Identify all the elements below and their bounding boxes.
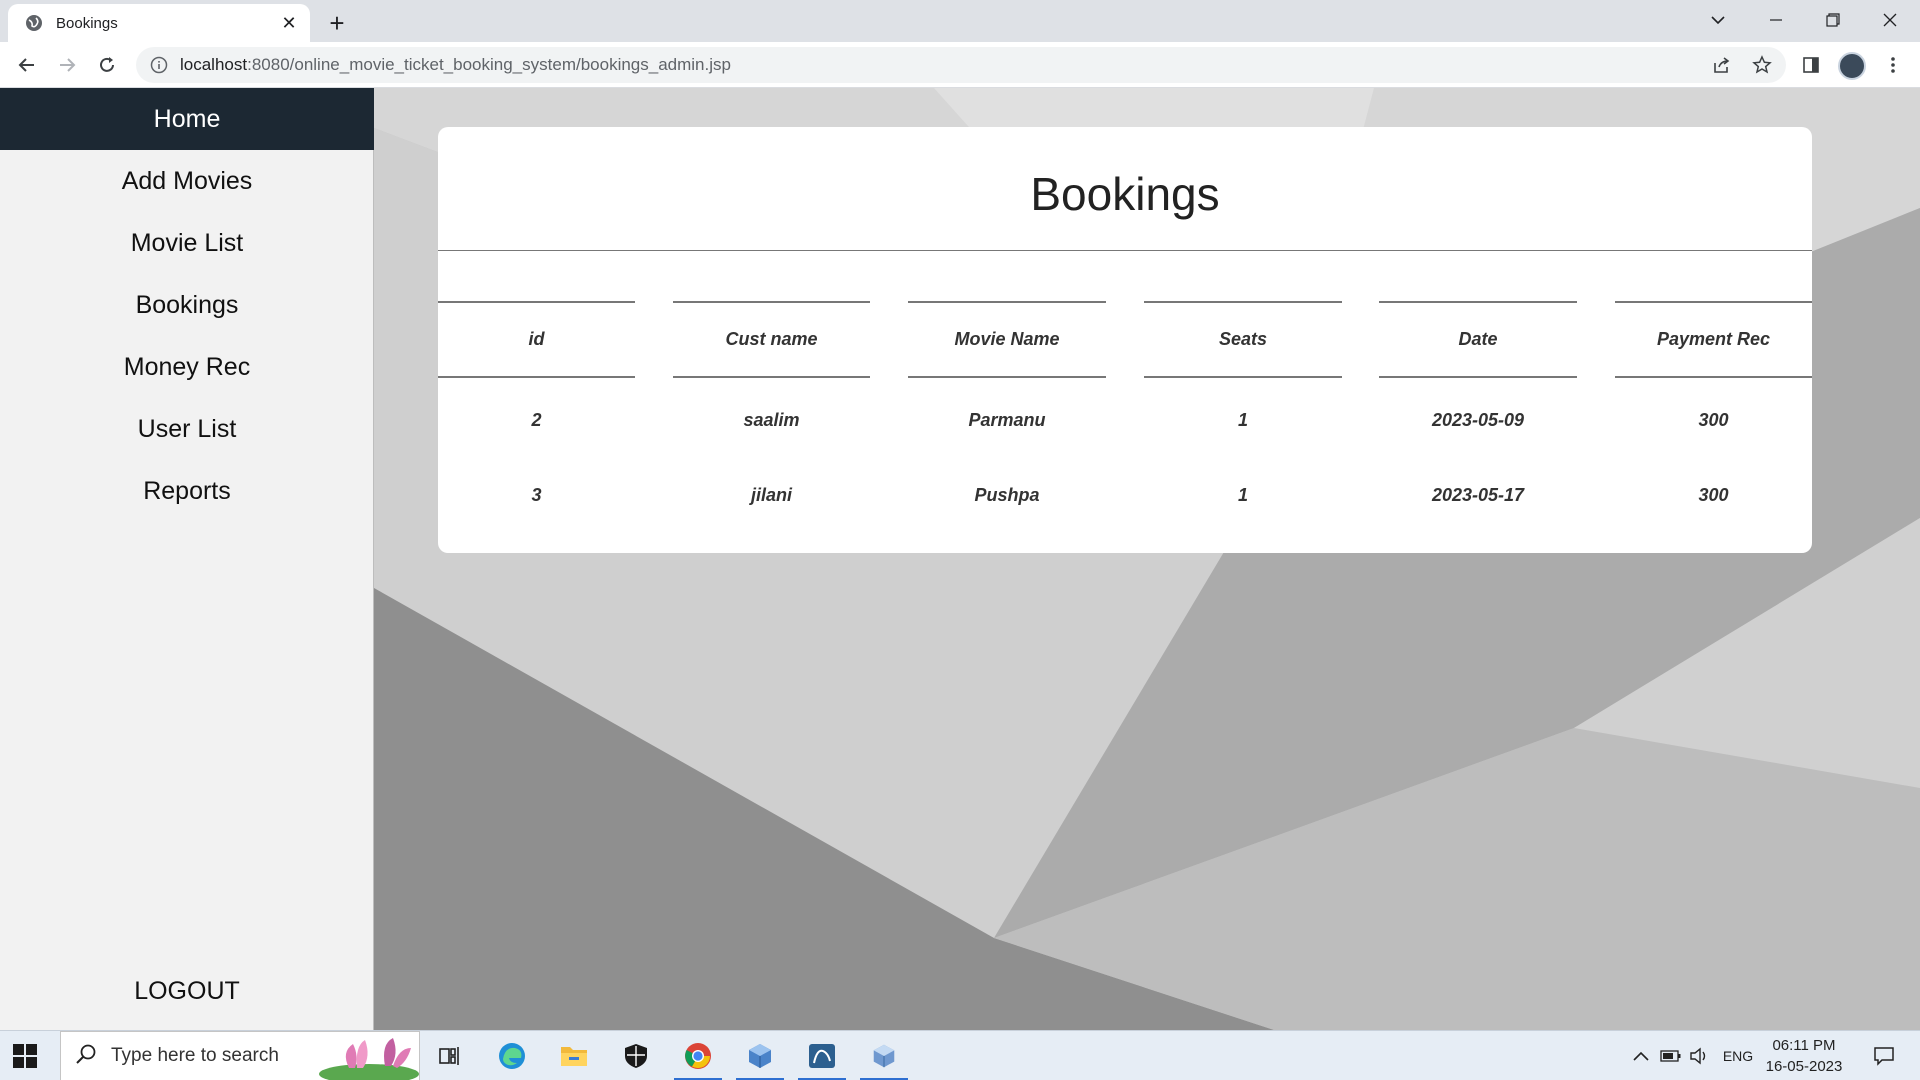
column-header-movie-name: Movie Name xyxy=(908,301,1106,378)
file-explorer-icon[interactable] xyxy=(544,1031,604,1080)
chrome-browser-icon[interactable] xyxy=(668,1031,728,1080)
clock-time: 06:11 PM xyxy=(1772,1037,1836,1054)
lotus-illustration-icon xyxy=(319,1034,419,1080)
sidebar-item-user-list[interactable]: User List xyxy=(0,398,374,460)
cell-cust-name: saalim xyxy=(743,409,800,430)
address-bar[interactable]: localhost:8080/online_movie_ticket_booki… xyxy=(136,47,1786,83)
cell-seats: 1 xyxy=(1237,484,1248,505)
clock-date: 16-05-2023 xyxy=(1765,1058,1843,1075)
back-icon[interactable] xyxy=(12,50,42,80)
globe-icon xyxy=(24,13,44,33)
share-icon[interactable] xyxy=(1707,50,1737,80)
column-header-payment-rec: Payment Rec xyxy=(1615,301,1812,378)
cell-id: 3 xyxy=(531,484,542,505)
battery-icon[interactable] xyxy=(1658,1031,1684,1080)
cell-seats: 1 xyxy=(1237,409,1248,430)
windows-start-icon[interactable] xyxy=(12,1043,38,1069)
virtualbox-cube-icon[interactable] xyxy=(730,1031,790,1080)
cell-payment-rec: 300 xyxy=(1698,484,1729,505)
tab-title: Bookings xyxy=(56,14,118,32)
bookings-card: Bookings id Cust name Movie Name Seats D… xyxy=(438,127,1812,553)
taskbar-search-box[interactable]: Type here to search xyxy=(60,1031,420,1080)
column-header-id: id xyxy=(438,301,635,378)
close-tab-icon[interactable]: ✕ xyxy=(278,12,300,34)
column-header-seats: Seats xyxy=(1144,301,1342,378)
side-panel-icon[interactable] xyxy=(1796,50,1826,80)
edge-browser-icon[interactable] xyxy=(482,1031,542,1080)
language-indicator[interactable]: ENG xyxy=(1718,1031,1758,1080)
cube-app-icon[interactable] xyxy=(854,1031,914,1080)
url-host: localhost xyxy=(180,55,248,74)
taskbar: Type here to search ENG 06:11 PM 16-05-2… xyxy=(0,1030,1920,1080)
cell-movie-name: Pushpa xyxy=(974,484,1040,505)
more-menu-icon[interactable] xyxy=(1878,50,1908,80)
url-text: localhost:8080/online_movie_ticket_booki… xyxy=(180,55,731,75)
task-view-icon[interactable] xyxy=(420,1031,480,1080)
info-icon[interactable] xyxy=(150,56,168,74)
profile-avatar[interactable] xyxy=(1838,52,1866,80)
logout-button[interactable]: LOGOUT xyxy=(0,960,374,1022)
cell-date: 2023-05-17 xyxy=(1431,484,1525,505)
new-tab-icon[interactable]: + xyxy=(322,8,352,38)
show-hidden-icons-icon[interactable] xyxy=(1628,1031,1654,1080)
security-shield-icon[interactable] xyxy=(606,1031,666,1080)
mysql-workbench-icon[interactable] xyxy=(792,1031,852,1080)
restore-icon[interactable] xyxy=(1805,0,1861,40)
sidebar-item-reports[interactable]: Reports xyxy=(0,460,374,522)
cell-payment-rec: 300 xyxy=(1698,409,1729,430)
cell-cust-name: jilani xyxy=(750,484,792,505)
search-placeholder: Type here to search xyxy=(111,1045,279,1066)
page-title: Bookings xyxy=(1030,168,1220,220)
browser-toolbar: localhost:8080/online_movie_ticket_booki… xyxy=(0,42,1920,88)
minimize-icon[interactable] xyxy=(1748,0,1804,40)
sidebar-item-add-movies[interactable]: Add Movies xyxy=(0,150,374,212)
title-divider xyxy=(438,250,1812,251)
sidebar-item-money-rec[interactable]: Money Rec xyxy=(0,336,374,398)
tab-search-icon[interactable] xyxy=(1690,0,1746,40)
page: Home Add Movies Movie List Bookings Mone… xyxy=(0,88,1920,1030)
browser-tabbar: Bookings ✕ + xyxy=(0,0,1920,42)
column-header-cust-name: Cust name xyxy=(673,301,870,378)
search-icon xyxy=(75,1043,97,1070)
volume-icon[interactable] xyxy=(1686,1031,1712,1080)
url-path: :8080/online_movie_ticket_booking_system… xyxy=(247,55,731,74)
notifications-icon[interactable] xyxy=(1864,1031,1904,1080)
cell-movie-name: Parmanu xyxy=(968,409,1046,430)
cell-date: 2023-05-09 xyxy=(1431,409,1525,430)
bookmark-star-icon[interactable] xyxy=(1747,50,1777,80)
browser-tab[interactable]: Bookings ✕ xyxy=(8,4,310,42)
sidebar: Home Add Movies Movie List Bookings Mone… xyxy=(0,88,374,1030)
close-window-icon[interactable] xyxy=(1862,0,1918,40)
cell-id: 2 xyxy=(531,409,542,430)
sidebar-item-home[interactable]: Home xyxy=(0,88,374,150)
forward-icon[interactable] xyxy=(52,50,82,80)
clock[interactable]: 06:11 PM 16-05-2023 xyxy=(1762,1035,1846,1077)
sidebar-item-bookings[interactable]: Bookings xyxy=(0,274,374,336)
reload-icon[interactable] xyxy=(92,50,122,80)
sidebar-item-movie-list[interactable]: Movie List xyxy=(0,212,374,274)
column-header-date: Date xyxy=(1379,301,1577,378)
